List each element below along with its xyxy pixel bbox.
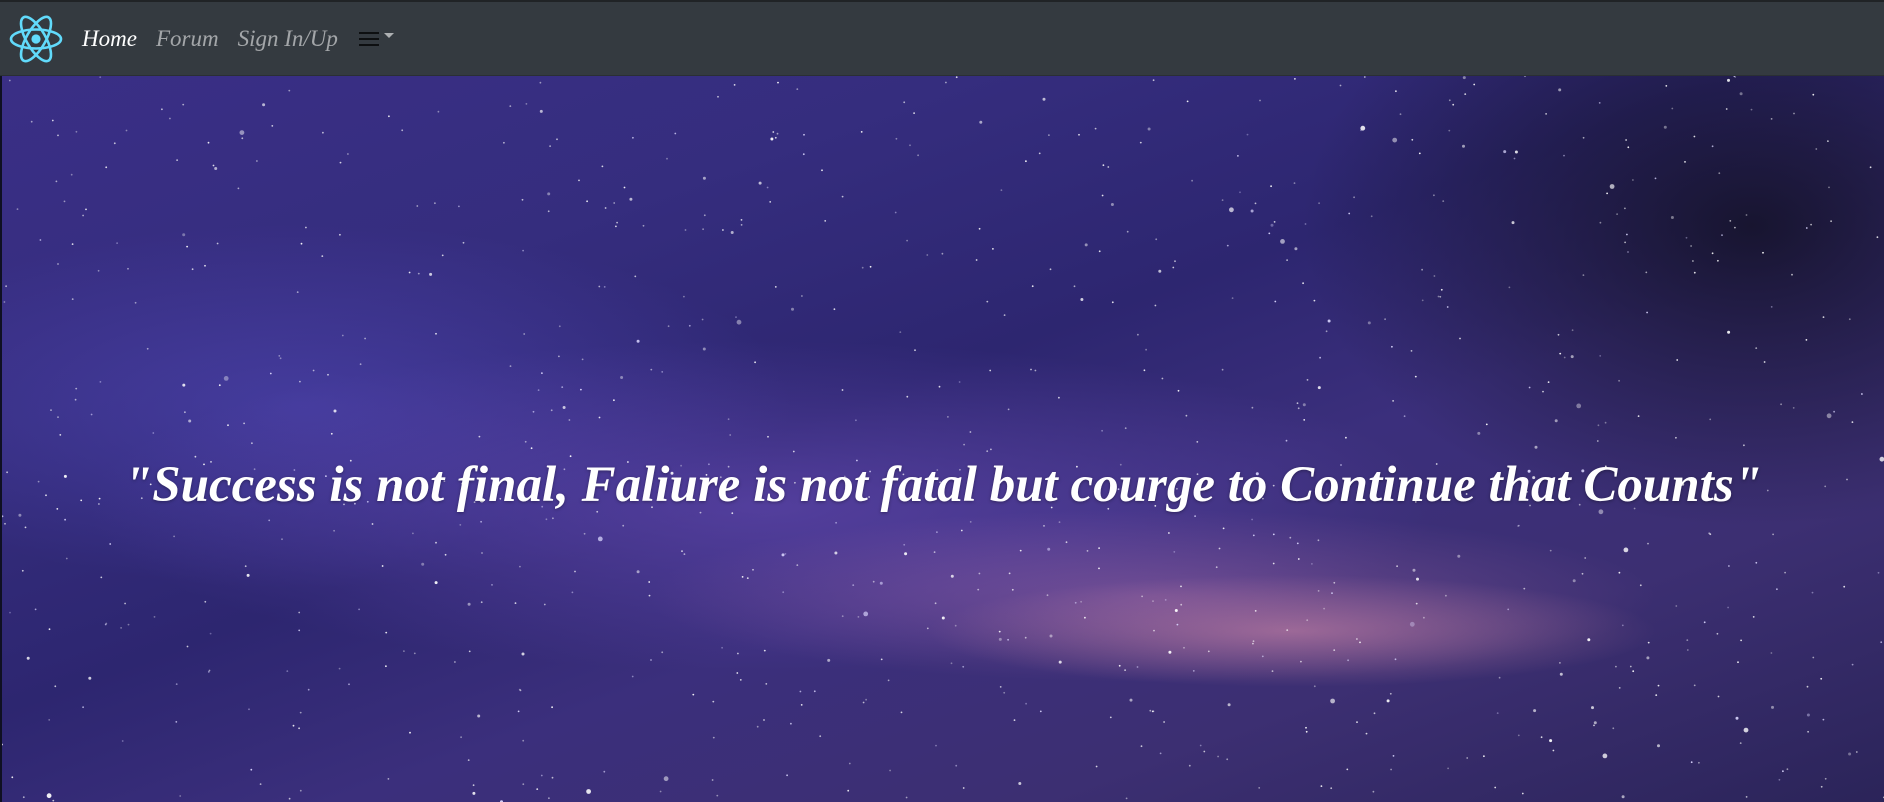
- hero-quote: "Success is not final, Faliure is not fa…: [123, 457, 1762, 513]
- menu-dropdown-toggle[interactable]: [358, 31, 394, 46]
- nav-link-forum[interactable]: Forum: [156, 26, 219, 52]
- hero-banner: "Success is not final, Faliure is not fa…: [2, 76, 1884, 802]
- nav-link-home[interactable]: Home: [82, 26, 137, 52]
- react-atom-icon: [9, 15, 63, 62]
- navbar: Home Forum Sign In/Up: [0, 0, 1884, 76]
- caret-down-icon: [383, 33, 394, 38]
- nav-link-sign-in-up[interactable]: Sign In/Up: [238, 26, 338, 52]
- hamburger-icon: [358, 31, 379, 46]
- starfield-background: [2, 76, 1884, 802]
- brand-logo[interactable]: [6, 11, 66, 67]
